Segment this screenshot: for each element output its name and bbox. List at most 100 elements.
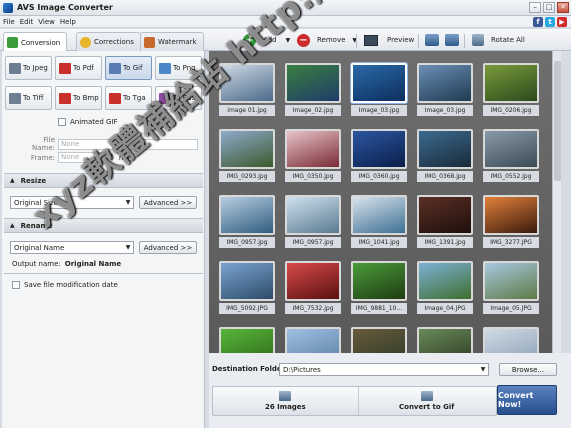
image-thumbnail[interactable]: IMG_0293.jpg xyxy=(219,129,275,182)
rename-advanced-button[interactable]: Advanced >> xyxy=(139,241,197,254)
format-label: To Ras xyxy=(173,94,196,102)
image-thumbnail[interactable]: IMG_1391.jpg xyxy=(417,195,473,248)
file-name-input[interactable]: None xyxy=(58,138,198,150)
tab-watermark[interactable]: Watermark xyxy=(140,32,204,51)
minus-icon: − xyxy=(297,33,310,47)
add-label: Add xyxy=(263,36,277,44)
arrow-divider xyxy=(358,387,359,415)
image-thumbnail[interactable]: IMG_0552.jpg xyxy=(483,129,539,182)
image-thumbnail[interactable] xyxy=(285,327,341,353)
image-thumbnail[interactable]: Image_03.jpg xyxy=(351,63,407,116)
to-jpeg-button[interactable]: To Jpeg xyxy=(5,56,52,80)
rename-header[interactable]: ▲ Rename xyxy=(4,218,203,233)
menu-help[interactable]: Help xyxy=(60,18,76,26)
image-thumbnail[interactable] xyxy=(417,327,473,353)
image-thumbnail[interactable]: Image_05.JPG xyxy=(483,261,539,314)
to-ras-button[interactable]: To Ras xyxy=(155,86,202,110)
scrollbar-thumb[interactable] xyxy=(554,61,561,181)
image-thumbnail[interactable]: IMG_0350.jpg xyxy=(285,129,341,182)
format-label: To Gif xyxy=(123,64,143,72)
image-thumbnail[interactable]: IMG_5092.JPG xyxy=(219,261,275,314)
to-gif-button[interactable]: To Gif xyxy=(105,56,152,80)
thumbnail-caption: IMG_7532.jpg xyxy=(285,303,341,314)
rotate-left-button[interactable] xyxy=(425,32,439,48)
preview-button[interactable]: Preview xyxy=(364,32,414,48)
menu-edit[interactable]: Edit xyxy=(20,18,34,26)
youtube-icon[interactable]: ▶ xyxy=(557,17,567,27)
image-thumbnail[interactable]: IMG_9881_10... xyxy=(351,261,407,314)
frame-row: Frame: None ▲ ▼ ms xyxy=(20,152,129,163)
facebook-icon[interactable]: f xyxy=(533,17,543,27)
thumbnail-picture xyxy=(417,63,473,103)
to-tiff-button[interactable]: To Tiff xyxy=(5,86,52,110)
resize-advanced-button[interactable]: Advanced >> xyxy=(139,196,197,209)
destination-select[interactable]: D:\Pictures ▼ xyxy=(279,363,489,376)
tab-corrections[interactable]: Corrections xyxy=(76,32,141,51)
thumbnail-picture xyxy=(417,261,473,301)
image-thumbnail[interactable]: IMG_0206.jpg xyxy=(483,63,539,116)
resize-header[interactable]: ▲ Resize xyxy=(4,173,203,188)
output-name-label: Output name: xyxy=(12,260,61,268)
file-name-label: File Name: xyxy=(31,136,55,152)
vertical-scrollbar[interactable] xyxy=(552,51,561,353)
frame-unit: ms xyxy=(118,153,130,162)
output-name-value: Original Name xyxy=(64,260,122,268)
resize-select[interactable]: Original Size ▼ xyxy=(10,196,134,209)
app-icon xyxy=(3,2,13,13)
to-tga-button[interactable]: To Tga xyxy=(105,86,152,110)
rename-select[interactable]: Original Name ▼ xyxy=(10,241,134,254)
close-icon[interactable]: ✕ xyxy=(557,2,569,13)
menu-view[interactable]: View xyxy=(38,18,55,26)
animated-gif-checkbox[interactable] xyxy=(58,118,66,126)
image-thumbnail[interactable]: Image_03.jpg xyxy=(417,63,473,116)
to-bmp-button[interactable]: To Bmp xyxy=(55,86,102,110)
toolbar-divider xyxy=(464,34,465,48)
spinner-icon[interactable]: ▲ ▼ xyxy=(110,152,114,163)
browse-button[interactable]: Browse... xyxy=(499,363,557,376)
to-pdf-button[interactable]: To Pdf xyxy=(55,56,102,80)
thumbnail-picture xyxy=(219,195,275,235)
rename-title: Rename xyxy=(20,221,53,230)
image-thumbnail[interactable]: IMG_0368.jpg xyxy=(417,129,473,182)
menu-file[interactable]: File xyxy=(3,18,15,26)
image-thumbnail[interactable] xyxy=(351,327,407,353)
tiff-icon xyxy=(9,92,21,104)
twitter-icon[interactable]: t xyxy=(545,17,555,27)
image-count: 26 Images xyxy=(265,391,306,411)
thumbnail-picture xyxy=(285,195,341,235)
chevron-down-icon[interactable]: ▼ xyxy=(286,37,291,44)
to-png-button[interactable]: To Png xyxy=(155,56,202,80)
add-button[interactable]: + Add ▼ xyxy=(243,32,290,48)
tab-conversion[interactable]: Conversion xyxy=(3,32,68,52)
image-thumbnail[interactable] xyxy=(483,327,539,353)
thumbnail-picture xyxy=(483,63,539,103)
collapse-icon: ▲ xyxy=(10,222,15,229)
minimize-icon[interactable]: – xyxy=(529,2,541,13)
image-thumbnail[interactable]: Image_02.jpg xyxy=(285,63,341,116)
format-buttons: To Jpeg To Pdf To Gif To Png To Tiff To … xyxy=(5,56,202,110)
save-date-checkbox[interactable] xyxy=(12,281,20,289)
image-thumbnail[interactable]: IMG_0957.jpg xyxy=(219,195,275,248)
remove-button[interactable]: − Remove ▼ xyxy=(297,32,357,48)
image-thumbnail[interactable]: IMG_0360.jpg xyxy=(351,129,407,182)
rotate-all-button[interactable]: Rotate All xyxy=(472,32,525,48)
rotate-right-button[interactable] xyxy=(445,32,459,48)
thumbnail-picture xyxy=(417,195,473,235)
frame-input[interactable]: None xyxy=(58,152,108,163)
image-thumbnail[interactable]: IMG_3277.JPG xyxy=(483,195,539,248)
maximize-icon[interactable]: □ xyxy=(543,2,555,13)
destination-label: Destination Folder: xyxy=(212,365,288,373)
social-links: f t ▶ xyxy=(533,17,567,27)
pdf-icon xyxy=(59,62,71,74)
format-label: To Jpeg xyxy=(23,64,48,72)
image-thumbnail[interactable]: IMG_1041.jpg xyxy=(351,195,407,248)
image-thumbnail[interactable]: IMG_0957.jpg xyxy=(285,195,341,248)
image-thumbnail[interactable]: image 01.jpg xyxy=(219,63,275,116)
image-thumbnail[interactable] xyxy=(219,327,275,353)
convert-now-button[interactable]: Convert Now! xyxy=(497,385,557,415)
image-thumbnail[interactable]: Image_04.JPG xyxy=(417,261,473,314)
rename-value: Original Name xyxy=(14,243,65,252)
conversion-target: Convert to Gif xyxy=(399,391,454,411)
output-area: Destination Folder: D:\Pictures ▼ Browse… xyxy=(209,353,571,428)
image-thumbnail[interactable]: IMG_7532.jpg xyxy=(285,261,341,314)
